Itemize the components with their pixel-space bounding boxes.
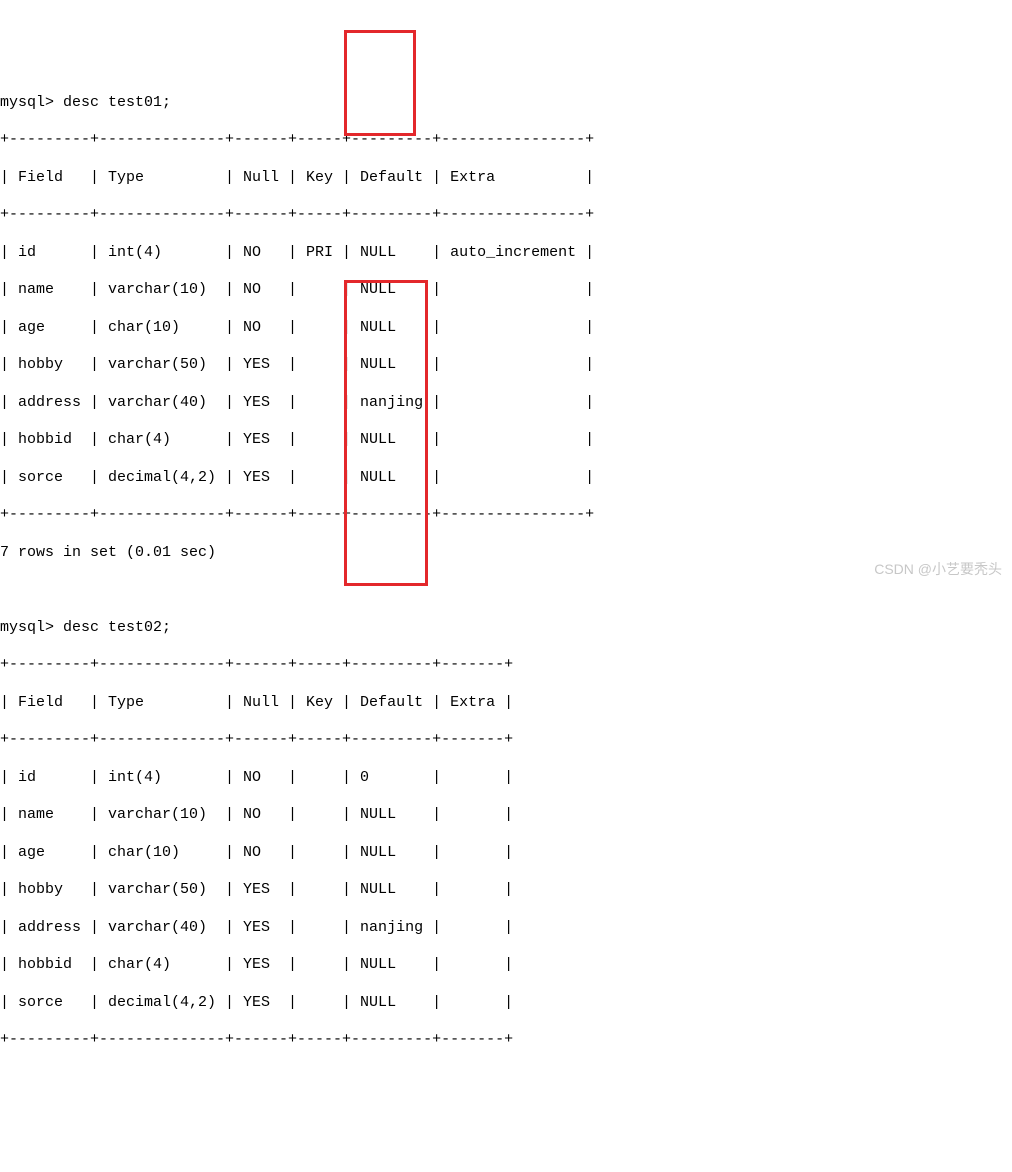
table1-row-id: | id | int(4) | NO | PRI | NULL | auto_i… bbox=[0, 244, 594, 261]
table2-row-address: | address | varchar(40) | YES | | nanjin… bbox=[0, 919, 513, 936]
table2-row-age: | age | char(10) | NO | | NULL | | bbox=[0, 844, 513, 861]
table1-border-bot: +---------+--------------+------+-----+-… bbox=[0, 506, 594, 523]
mysql-prompt-1: mysql> desc test01; bbox=[0, 94, 171, 111]
table2-border-top: +---------+--------------+------+-----+-… bbox=[0, 656, 513, 673]
table2-row-hobbid: | hobbid | char(4) | YES | | NULL | | bbox=[0, 956, 513, 973]
blank-line bbox=[0, 581, 9, 598]
table2-header-row: | Field | Type | Null | Key | Default | … bbox=[0, 694, 513, 711]
mysql-prompt-2: mysql> desc test02; bbox=[0, 619, 171, 636]
table1-row-sorce: | sorce | decimal(4,2) | YES | | NULL | … bbox=[0, 469, 594, 486]
table1-border-top: +---------+--------------+------+-----+-… bbox=[0, 131, 594, 148]
table2-border-mid: +---------+--------------+------+-----+-… bbox=[0, 731, 513, 748]
watermark: CSDN @小艺要秃头 bbox=[874, 561, 1002, 579]
table1-row-hobby: | hobby | varchar(50) | YES | | NULL | | bbox=[0, 356, 594, 373]
table2-row-id: | id | int(4) | NO | | 0 | | bbox=[0, 769, 513, 786]
terminal-output: mysql> desc test01; +---------+---------… bbox=[0, 75, 1012, 1069]
table1-row-name: | name | varchar(10) | NO | | NULL | | bbox=[0, 281, 594, 298]
table1-row-address: | address | varchar(40) | YES | | nanjin… bbox=[0, 394, 594, 411]
table2-row-name: | name | varchar(10) | NO | | NULL | | bbox=[0, 806, 513, 823]
table1-border-mid: +---------+--------------+------+-----+-… bbox=[0, 206, 594, 223]
table1-row-hobbid: | hobbid | char(4) | YES | | NULL | | bbox=[0, 431, 594, 448]
table2-border-bot: +---------+--------------+------+-----+-… bbox=[0, 1031, 513, 1048]
table1-row-age: | age | char(10) | NO | | NULL | | bbox=[0, 319, 594, 336]
table2-row-sorce: | sorce | decimal(4,2) | YES | | NULL | … bbox=[0, 994, 513, 1011]
rows-affected-msg: 7 rows in set (0.01 sec) bbox=[0, 544, 216, 561]
table2-row-hobby: | hobby | varchar(50) | YES | | NULL | | bbox=[0, 881, 513, 898]
table1-header-row: | Field | Type | Null | Key | Default | … bbox=[0, 169, 594, 186]
